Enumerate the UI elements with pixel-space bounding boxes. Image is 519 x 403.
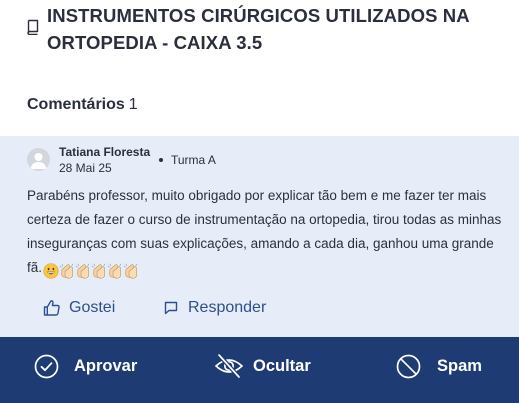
comments-count: 1: [128, 96, 138, 113]
clapping-hands-icon: [75, 264, 90, 280]
user-icon: [30, 153, 47, 169]
approve-button[interactable]: Aprovar: [34, 337, 137, 395]
emoji-group: [43, 259, 139, 283]
spam-label: Spam: [437, 356, 482, 375]
comments-heading: Comentários 1: [27, 96, 138, 114]
eye-off-icon: [215, 353, 243, 379]
thumbs-up-icon: [43, 300, 60, 316]
comment-date: 28 Mai 25: [59, 161, 112, 175]
class-label: Turma A: [171, 153, 216, 167]
book-icon: [26, 19, 40, 36]
reply-label: Responder: [188, 299, 267, 316]
like-label: Gostei: [69, 299, 116, 316]
hide-button[interactable]: Ocultar: [214, 337, 311, 395]
clapping-hands-icon: [123, 264, 138, 280]
comment-icon: [164, 301, 178, 315]
approve-label: Aprovar: [74, 356, 138, 375]
comment-body: Parabéns professor, muito obrigado por e…: [27, 184, 502, 283]
reply-button[interactable]: Responder: [164, 297, 266, 319]
clapping-hands-icon: [59, 264, 74, 280]
avatar: [27, 148, 50, 171]
check-circle-icon: [34, 354, 59, 378]
separator-dot: [159, 158, 163, 162]
clapping-hands-icon: [91, 264, 106, 280]
hide-label: Ocultar: [253, 356, 311, 375]
comment-card: Tatiana Floresta 28 Mai 25 Turma A Parab…: [0, 136, 519, 337]
like-button[interactable]: Gostei: [43, 297, 115, 319]
lesson-header: INSTRUMENTOS CIRÚRGICOS UTILIZADOS NA OR…: [0, 0, 519, 80]
moderation-bar: Aprovar Ocultar Spam: [0, 337, 519, 403]
grinning-face-icon: [43, 263, 59, 280]
spam-button[interactable]: Spam: [396, 337, 482, 395]
lesson-title: INSTRUMENTOS CIRÚRGICOS UTILIZADOS NA OR…: [47, 5, 470, 53]
author-name[interactable]: Tatiana Floresta: [59, 145, 150, 159]
clapping-hands-icon: [107, 264, 122, 280]
block-icon: [396, 354, 421, 378]
comments-label: Comentários: [27, 96, 125, 113]
